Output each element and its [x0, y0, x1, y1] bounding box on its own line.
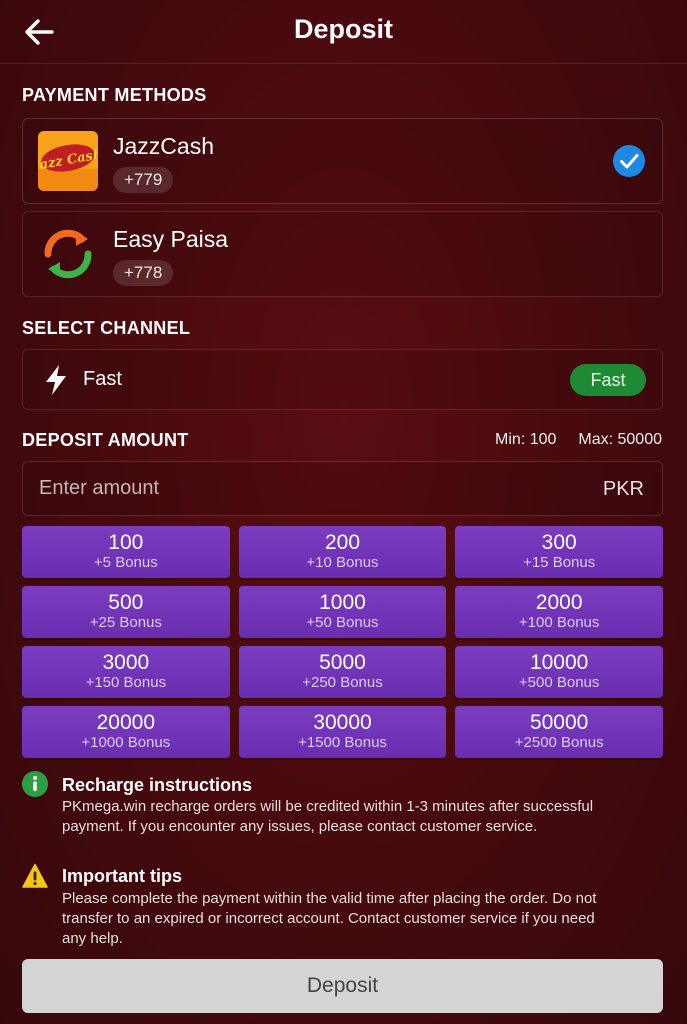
preset-amount-button[interactable]: 5000 +250 Bonus	[238, 646, 447, 698]
min-amount: Min: 100	[495, 431, 557, 448]
preset-amount-button[interactable]: 10000 +500 Bonus	[455, 646, 663, 698]
select-channel-heading: SELECT CHANNEL	[22, 318, 191, 338]
preset-bonus: +15 Bonus	[523, 554, 596, 571]
max-amount: Max: 50000	[578, 431, 662, 448]
page-title: Deposit	[293, 14, 393, 44]
easypaisa-logo-icon	[38, 224, 98, 284]
lightning-bolt-icon	[43, 364, 69, 396]
preset-amount: 50000	[529, 711, 589, 734]
preset-amount: 1000	[319, 591, 366, 614]
channel-option-fast[interactable]: Fast Fast	[22, 349, 663, 410]
amount-limits: Min: 100 Max: 50000	[473, 431, 662, 449]
preset-bonus: +100 Bonus	[518, 614, 600, 631]
preset-amount-button[interactable]: 30000 +1500 Bonus	[238, 706, 447, 758]
preset-amount: 500	[108, 591, 144, 614]
header-bar: Deposit	[0, 0, 687, 64]
preset-amount-button[interactable]: 2000 +100 Bonus	[455, 586, 663, 638]
payment-method-easypaisa[interactable]: Easy Paisa +778	[22, 211, 663, 297]
preset-amount-button[interactable]: 100 +5 Bonus	[22, 526, 230, 578]
preset-bonus: +25 Bonus	[89, 614, 162, 631]
preset-bonus: +150 Bonus	[85, 674, 167, 691]
preset-bonus: +5 Bonus	[93, 554, 158, 571]
preset-amount: 30000	[313, 711, 372, 734]
preset-amount-button[interactable]: 3000 +150 Bonus	[22, 646, 230, 698]
warning-icon	[22, 863, 48, 889]
jazzcash-logo: Jazz Cash	[38, 131, 98, 191]
preset-amount-button[interactable]: 50000 +2500 Bonus	[455, 706, 663, 758]
preset-amount: 20000	[96, 711, 156, 734]
preset-bonus: +50 Bonus	[306, 614, 379, 631]
info-icon	[22, 771, 48, 797]
recharge-instructions-text: PKmega.win recharge orders will be credi…	[62, 798, 594, 835]
payment-methods-heading: PAYMENT METHODS	[22, 85, 207, 105]
preset-amount: 10000	[529, 651, 589, 674]
preset-amount-button[interactable]: 20000 +1000 Bonus	[22, 706, 230, 758]
preset-bonus: +1500 Bonus	[298, 734, 387, 751]
important-tips-title: Important tips	[62, 866, 182, 886]
preset-amount-button[interactable]: 300 +15 Bonus	[455, 526, 663, 578]
deposit-amount-heading: DEPOSIT AMOUNT	[22, 430, 189, 450]
selected-check-icon	[612, 144, 646, 178]
deposit-button[interactable]: Deposit	[22, 959, 663, 1013]
currency-label: PKR	[602, 478, 644, 500]
important-tips-text: Please complete the payment within the v…	[62, 890, 597, 947]
preset-amount: 5000	[319, 651, 366, 674]
method-name: Easy Paisa	[113, 226, 229, 252]
preset-bonus: +250 Bonus	[302, 674, 383, 691]
preset-amount: 200	[324, 531, 361, 554]
recharge-instructions-title: Recharge instructions	[62, 775, 253, 795]
amount-presets-grid: 100 +5 Bonus 200 +10 Bonus 300 +15 Bonus 50…	[22, 526, 663, 758]
method-count-badge: +778	[113, 260, 174, 286]
preset-amount: 3000	[102, 651, 150, 674]
amount-input-box: PKR	[22, 461, 663, 516]
channel-label: Fast	[83, 368, 122, 390]
method-name: JazzCash	[113, 133, 214, 159]
preset-amount-button[interactable]: 200 +10 Bonus	[238, 526, 447, 578]
preset-bonus: +1000 Bonus	[81, 734, 171, 751]
amount-input[interactable]	[39, 462, 539, 515]
preset-bonus: +500 Bonus	[518, 674, 600, 691]
preset-amount: 100	[108, 531, 144, 554]
preset-amount: 2000	[535, 591, 583, 614]
preset-amount-button[interactable]: 500 +25 Bonus	[22, 586, 230, 638]
payment-method-jazzcash[interactable]: Jazz Cash JazzCash +779	[22, 118, 663, 204]
preset-bonus: +10 Bonus	[306, 554, 379, 571]
method-count-badge: +779	[113, 167, 174, 193]
preset-amount-button[interactable]: 1000 +50 Bonus	[238, 586, 447, 638]
channel-speed-badge: Fast	[570, 364, 646, 396]
preset-bonus: +2500 Bonus	[514, 734, 604, 751]
preset-amount: 300	[541, 531, 577, 554]
